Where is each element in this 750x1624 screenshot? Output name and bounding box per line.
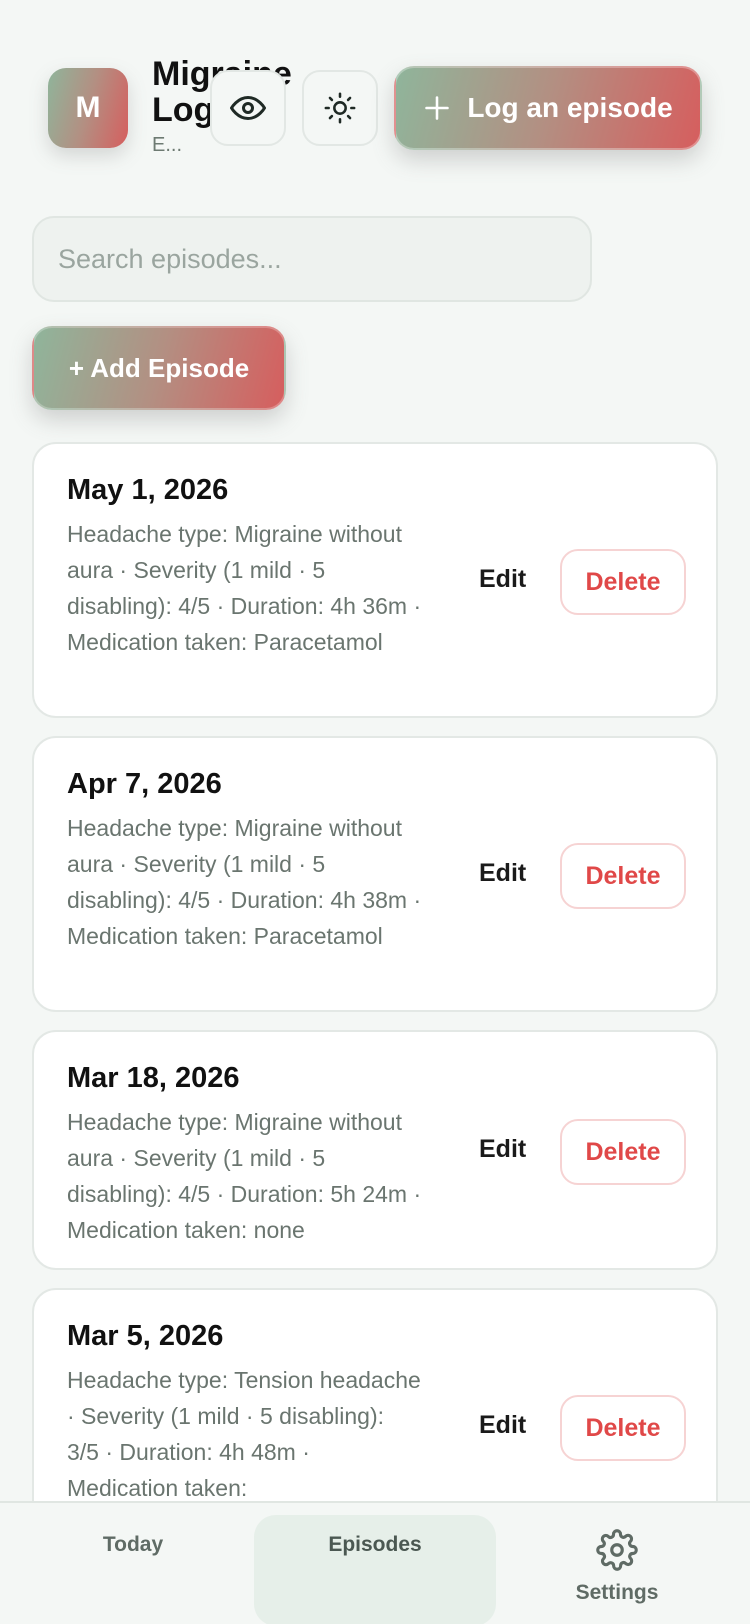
delete-button[interactable]: Delete: [560, 1395, 686, 1461]
episode-date: Mar 18, 2026: [67, 1062, 240, 1094]
episode-card: Apr 7, 2026 Headache type: Migraine with…: [32, 736, 718, 1012]
episode-description: Headache type: Tension headache · Severi…: [67, 1367, 421, 1501]
episode-card: Mar 18, 2026 Headache type: Migraine wit…: [32, 1030, 718, 1270]
edit-button[interactable]: Edit: [479, 1135, 526, 1164]
app-avatar: M: [48, 68, 128, 148]
bottom-nav: Today Episodes Settings: [0, 1501, 750, 1624]
episode-date: Mar 5, 2026: [67, 1320, 224, 1352]
nav-label-today: Today: [102, 1533, 164, 1556]
app-header: M Migraine Log E... Log an episode: [0, 0, 750, 190]
nav-tab-episodes[interactable]: Episodes: [254, 1515, 496, 1624]
delete-button[interactable]: Delete: [560, 1119, 686, 1185]
add-episode-button[interactable]: + Add Episode: [32, 326, 286, 410]
episode-description: Headache type: Migraine without aura · S…: [67, 1109, 422, 1243]
episode-description: Headache type: Migraine without aura · S…: [67, 815, 422, 949]
nav-label-episodes: Episodes: [328, 1533, 422, 1556]
edit-button[interactable]: Edit: [479, 859, 526, 888]
visibility-toggle-button[interactable]: [210, 70, 286, 146]
theme-toggle-button[interactable]: [302, 70, 378, 146]
episode-card: May 1, 2026 Headache type: Migraine with…: [32, 442, 718, 718]
plus-icon: [425, 96, 450, 120]
eye-icon: [230, 96, 266, 120]
log-episode-button[interactable]: Log an episode: [394, 66, 702, 150]
nav-label-settings: Settings: [575, 1581, 659, 1604]
log-episode-label: Log an episode: [467, 92, 673, 123]
delete-button[interactable]: Delete: [560, 549, 686, 615]
delete-button[interactable]: Delete: [560, 843, 686, 909]
search-input[interactable]: [32, 216, 592, 302]
nav-tab-settings[interactable]: Settings: [496, 1503, 738, 1624]
gear-icon: [596, 1529, 638, 1571]
edit-button[interactable]: Edit: [479, 565, 526, 594]
episode-description: Headache type: Migraine without aura · S…: [67, 521, 422, 655]
sun-icon: [324, 92, 356, 124]
episode-date: May 1, 2026: [67, 474, 229, 506]
edit-button[interactable]: Edit: [479, 1411, 526, 1440]
nav-tab-today[interactable]: Today: [12, 1503, 254, 1624]
episode-date: Apr 7, 2026: [67, 768, 222, 800]
